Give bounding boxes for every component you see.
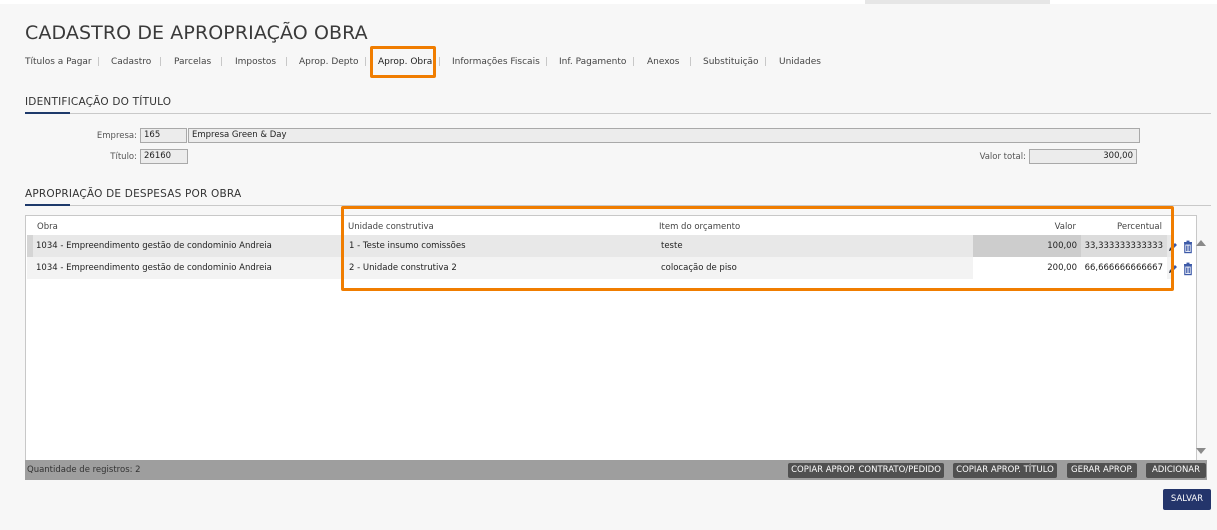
top-strip-segment — [865, 0, 1050, 4]
top-strip — [0, 0, 1217, 4]
record-count: Quantidade de registros: 2 — [27, 465, 141, 475]
empresa-label: Empresa: — [96, 131, 137, 141]
cell-obra: 1034 - Empreendimento gestão de condomin… — [36, 263, 272, 273]
copy-title-allocation-button[interactable]: COPIAR APROP. TÍTULO — [953, 463, 1057, 478]
column-header-obra[interactable]: Obra — [37, 222, 58, 232]
empresa-name-field[interactable]: Empresa Green & Day — [188, 128, 1140, 143]
tab-separator — [98, 57, 99, 66]
section-accent — [25, 112, 70, 114]
delete-icon[interactable] — [1182, 261, 1194, 276]
empresa-code-field[interactable]: 165 — [140, 128, 187, 143]
row-indicator — [27, 235, 33, 257]
tab-cadastro[interactable]: Cadastro — [111, 56, 151, 68]
tab-anexos[interactable]: Anexos — [647, 56, 679, 68]
valor-total-field[interactable]: 300,00 — [1029, 149, 1137, 164]
tab-separator — [439, 57, 440, 66]
tab-separator — [546, 57, 547, 66]
tab-separator — [286, 57, 287, 66]
tab-separator — [690, 57, 691, 66]
valor-total-label: Valor total: — [979, 152, 1026, 162]
tab-separator — [160, 57, 161, 66]
section-title-identificacao: IDENTIFICAÇÃO DO TÍTULO — [25, 96, 172, 108]
add-button[interactable]: ADICIONAR — [1146, 463, 1206, 478]
tab-parcelas[interactable]: Parcelas — [174, 56, 211, 68]
active-tab-highlight — [370, 46, 436, 78]
page-title: CADASTRO DE APROPRIAÇÃO OBRA — [25, 22, 368, 44]
grid-footer: Quantidade de registros: 2 COPIAR APROP.… — [25, 460, 1207, 480]
tab-informacoes-fiscais[interactable]: Informações Fiscais — [452, 56, 540, 68]
grid-scrollbar[interactable] — [1195, 240, 1207, 460]
section-accent — [25, 204, 70, 206]
titulo-field[interactable]: 26160 — [140, 149, 188, 164]
tab-separator — [365, 57, 366, 66]
tab-separator — [633, 57, 634, 66]
titulo-label: Título: — [110, 152, 137, 162]
tab-inf-pagamento[interactable]: Inf. Pagamento — [559, 56, 626, 68]
section-divider — [25, 113, 1211, 114]
save-button[interactable]: SALVAR — [1163, 489, 1211, 510]
tab-substituicao[interactable]: Substituição — [703, 56, 759, 68]
delete-icon[interactable] — [1182, 239, 1194, 254]
copy-contract-allocation-button[interactable]: COPIAR APROP. CONTRATO/PEDIDO — [788, 463, 944, 478]
cell-obra: 1034 - Empreendimento gestão de condomin… — [36, 241, 272, 251]
tab-unidades[interactable]: Unidades — [779, 56, 821, 68]
tab-separator — [221, 57, 222, 66]
tab-impostos[interactable]: Impostos — [235, 56, 276, 68]
section-title-apropriacao: APROPRIAÇÃO DE DESPESAS POR OBRA — [25, 188, 242, 200]
tab-separator — [765, 57, 766, 66]
columns-highlight — [341, 206, 1174, 291]
tab-aprop-depto[interactable]: Aprop. Depto — [299, 56, 359, 68]
generate-allocation-button[interactable]: GERAR APROP. — [1067, 463, 1137, 478]
tab-titulos-a-pagar[interactable]: Títulos a Pagar — [25, 56, 92, 68]
